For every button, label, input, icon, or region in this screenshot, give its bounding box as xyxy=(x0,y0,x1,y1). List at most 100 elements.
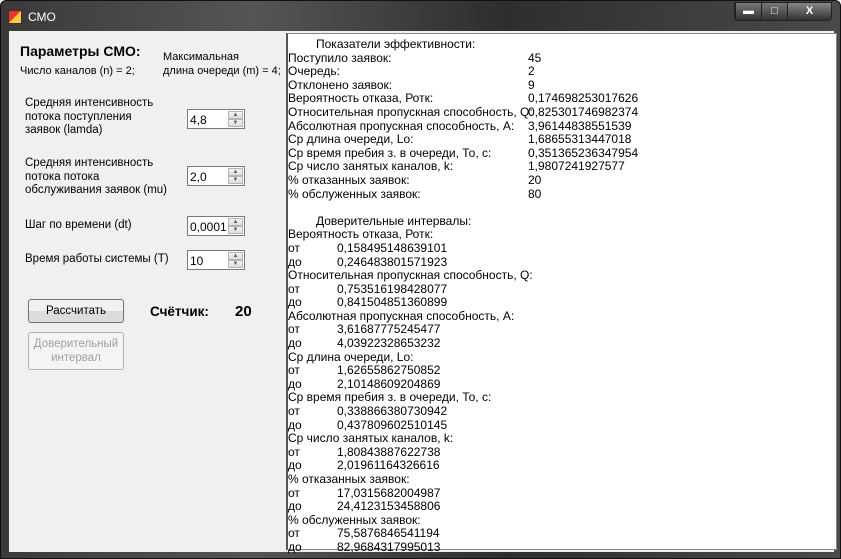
minimize-button[interactable]: ▬ xyxy=(735,3,761,20)
result-value: 0,825301746982374 xyxy=(528,104,639,119)
interval-label: Вероятность отказа, Ротк: xyxy=(288,227,434,242)
intervals-title: Доверительные интервалы: xyxy=(316,213,472,228)
spin-down-icon[interactable]: ▼ xyxy=(228,226,243,234)
interval-from-row: от 1,80843887622738 xyxy=(288,444,836,460)
T-input[interactable]: 10 ▲ ▼ xyxy=(187,250,245,270)
to-label: до xyxy=(288,376,302,391)
interval-label: Абсолютная пропускная способность, А: xyxy=(288,308,515,323)
interval-from: 17,0315682004987 xyxy=(337,485,441,500)
lambda-value: 4,8 xyxy=(190,113,207,127)
dt-input[interactable]: 0,0001 ▲ ▼ xyxy=(187,216,245,236)
client-area: Параметры СМО: Число каналов (n) = 2; Ма… xyxy=(9,31,837,554)
interval-from-row: от 0,338866380730942 xyxy=(288,404,836,419)
from-label: от xyxy=(288,322,300,337)
results-textbox[interactable]: Показатели эффективности: Поступило заяво… xyxy=(286,33,837,554)
result-label: Ср время пребия з. в очереди, То, с: xyxy=(288,145,492,160)
result-label: Поступило заявок: xyxy=(288,50,392,65)
title-bar[interactable]: СМО ▬ □ X xyxy=(1,1,840,31)
result-row: % обслуженных заявок: 80 xyxy=(288,186,836,202)
interval-from: 1,62655862750852 xyxy=(337,363,441,378)
counter-label: Счётчик: xyxy=(150,304,209,319)
spin-up-icon[interactable]: ▲ xyxy=(228,111,243,119)
maximize-button[interactable]: □ xyxy=(761,3,787,20)
interval-from-row: от 1,62655862750852 xyxy=(288,363,836,378)
spin-up-icon[interactable]: ▲ xyxy=(228,218,243,226)
result-row: Ср время пребия з. в очереди, То, с: 0,35… xyxy=(288,145,836,161)
from-label: от xyxy=(288,240,300,255)
app-icon xyxy=(8,10,22,24)
spin-up-icon[interactable]: ▲ xyxy=(228,252,243,260)
to-label: до xyxy=(288,295,302,310)
mu-value: 2,0 xyxy=(190,170,207,184)
to-label: до xyxy=(288,336,302,351)
result-value: 1,9807241927577 xyxy=(528,159,625,174)
lambda-input[interactable]: 4,8 ▲ ▼ xyxy=(187,109,245,129)
interval-to-row: до 0,437809602510145 xyxy=(288,417,836,433)
interval-to: 24,4123153458806 xyxy=(337,499,441,514)
interval-to: 2,01961164326616 xyxy=(337,458,440,473)
lambda-label-line: заявок (lamda) xyxy=(25,124,103,136)
result-label: Отклонено заявок: xyxy=(288,77,393,92)
interval-label: % обслуженных заявок: xyxy=(288,512,421,527)
interval-to: 0,246483801571923 xyxy=(337,254,448,269)
dt-value: 0,0001 xyxy=(190,220,227,234)
result-label: Очередь: xyxy=(288,64,340,79)
result-row: Поступило заявок: 45 xyxy=(288,50,836,66)
interval-from: 1,80843887622738 xyxy=(337,444,441,459)
result-label: Вероятность отказа, Ротк: xyxy=(288,91,434,106)
result-label: % обслуженных заявок: xyxy=(288,186,421,201)
T-label: Время работы системы (T) xyxy=(25,253,169,265)
window-title: СМО xyxy=(28,10,56,24)
calculate-button[interactable]: Рассчитать xyxy=(28,299,124,323)
result-label: Относительная пропускная способность, Q: xyxy=(288,104,533,119)
result-value: 1,68655313447018 xyxy=(528,132,632,147)
mu-label: Средняя интенсивность потока потока обсл… xyxy=(25,157,167,198)
result-value: 2 xyxy=(528,64,535,79)
from-label: от xyxy=(288,281,300,296)
counter-value: 20 xyxy=(235,303,252,320)
interval-to: 4,03922328653232 xyxy=(337,336,441,351)
close-button[interactable]: X xyxy=(787,3,831,20)
interval-from: 75,5876846541194 xyxy=(337,526,440,541)
result-value: 0,351365236347954 xyxy=(528,145,639,160)
interval-from-row: от 17,0315682004987 xyxy=(288,485,836,501)
result-label: Абсолютная пропускная способность, А: xyxy=(288,118,515,133)
interval-to: 0,437809602510145 xyxy=(337,417,448,432)
lambda-label-line: Средняя интенсивность xyxy=(25,97,154,109)
interval-to-row: до 0,246483801571923 xyxy=(288,254,836,270)
interval-from-row: от 0,158495148639101 xyxy=(288,240,836,256)
button-label-line: Доверительный xyxy=(33,338,119,350)
from-label: от xyxy=(288,526,300,541)
result-row: Ср длина очереди, Lo: 1,68655313447018 xyxy=(288,132,836,147)
to-label: до xyxy=(288,417,302,432)
to-label: до xyxy=(288,499,302,514)
result-label: % отказанных заявок: xyxy=(288,172,410,187)
result-value: 9 xyxy=(528,77,535,92)
result-row: Отклонено заявок: 9 xyxy=(288,77,836,93)
result-label: Ср число занятых каналов, k: xyxy=(288,159,454,174)
spin-down-icon[interactable]: ▼ xyxy=(228,176,243,184)
result-row: Ср число занятых каналов, k: 1,9807241927… xyxy=(288,160,836,174)
interval-label: % отказанных заявок: xyxy=(288,472,410,486)
result-value: 80 xyxy=(528,186,542,201)
mu-input[interactable]: 2,0 ▲ ▼ xyxy=(187,166,245,186)
lambda-label-line: потока поступления xyxy=(25,110,132,123)
spin-down-icon[interactable]: ▼ xyxy=(228,119,243,127)
result-label: Ср длина очереди, Lo: xyxy=(288,132,414,147)
interval-to: 2,10148609204869 xyxy=(337,376,441,391)
spin-up-icon[interactable]: ▲ xyxy=(228,168,243,176)
interval-to-row: до 2,10148609204869 xyxy=(288,376,836,392)
interval-from: 3,61687775245477 xyxy=(337,322,441,337)
interval-to-row: до 4,03922328653232 xyxy=(288,336,836,351)
result-value: 20 xyxy=(528,172,542,187)
interval-from: 0,158495148639101 xyxy=(337,240,448,255)
queue-label-1: Максимальная xyxy=(163,51,239,63)
interval-from-row: от 3,61687775245477 xyxy=(288,323,836,337)
confidence-interval-button[interactable]: Доверительный интервал xyxy=(28,332,124,370)
app-window: СМО ▬ □ X Параметры СМО: Число каналов (… xyxy=(0,0,841,559)
interval-to-row: до 24,4123153458806 xyxy=(288,499,836,514)
interval-to: 0,841504851360899 xyxy=(337,295,448,310)
spin-down-icon[interactable]: ▼ xyxy=(228,260,243,268)
button-label-line: интервал xyxy=(51,352,101,364)
mu-label-line: Средняя интенсивность xyxy=(25,157,154,169)
